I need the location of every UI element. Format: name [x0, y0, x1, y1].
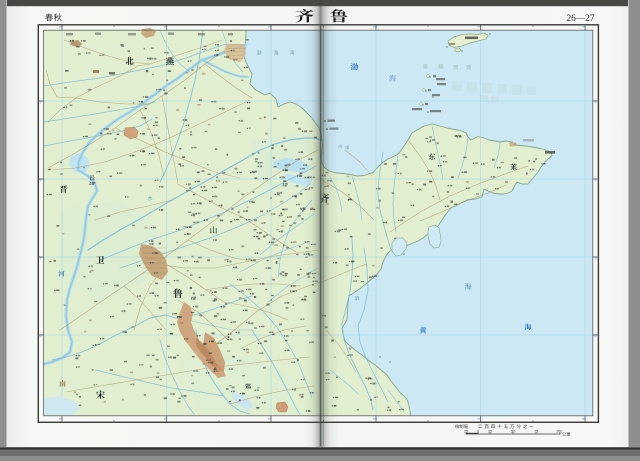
- svg-text:25: 25: [488, 429, 492, 433]
- svg-text:75: 75: [534, 429, 538, 433]
- svg-text:50: 50: [511, 429, 515, 433]
- svg-text:26—27: 26—27: [567, 14, 595, 24]
- svg-text:100: 100: [556, 429, 562, 433]
- svg-text:25: 25: [464, 429, 468, 433]
- svg-text:0: 0: [477, 429, 479, 433]
